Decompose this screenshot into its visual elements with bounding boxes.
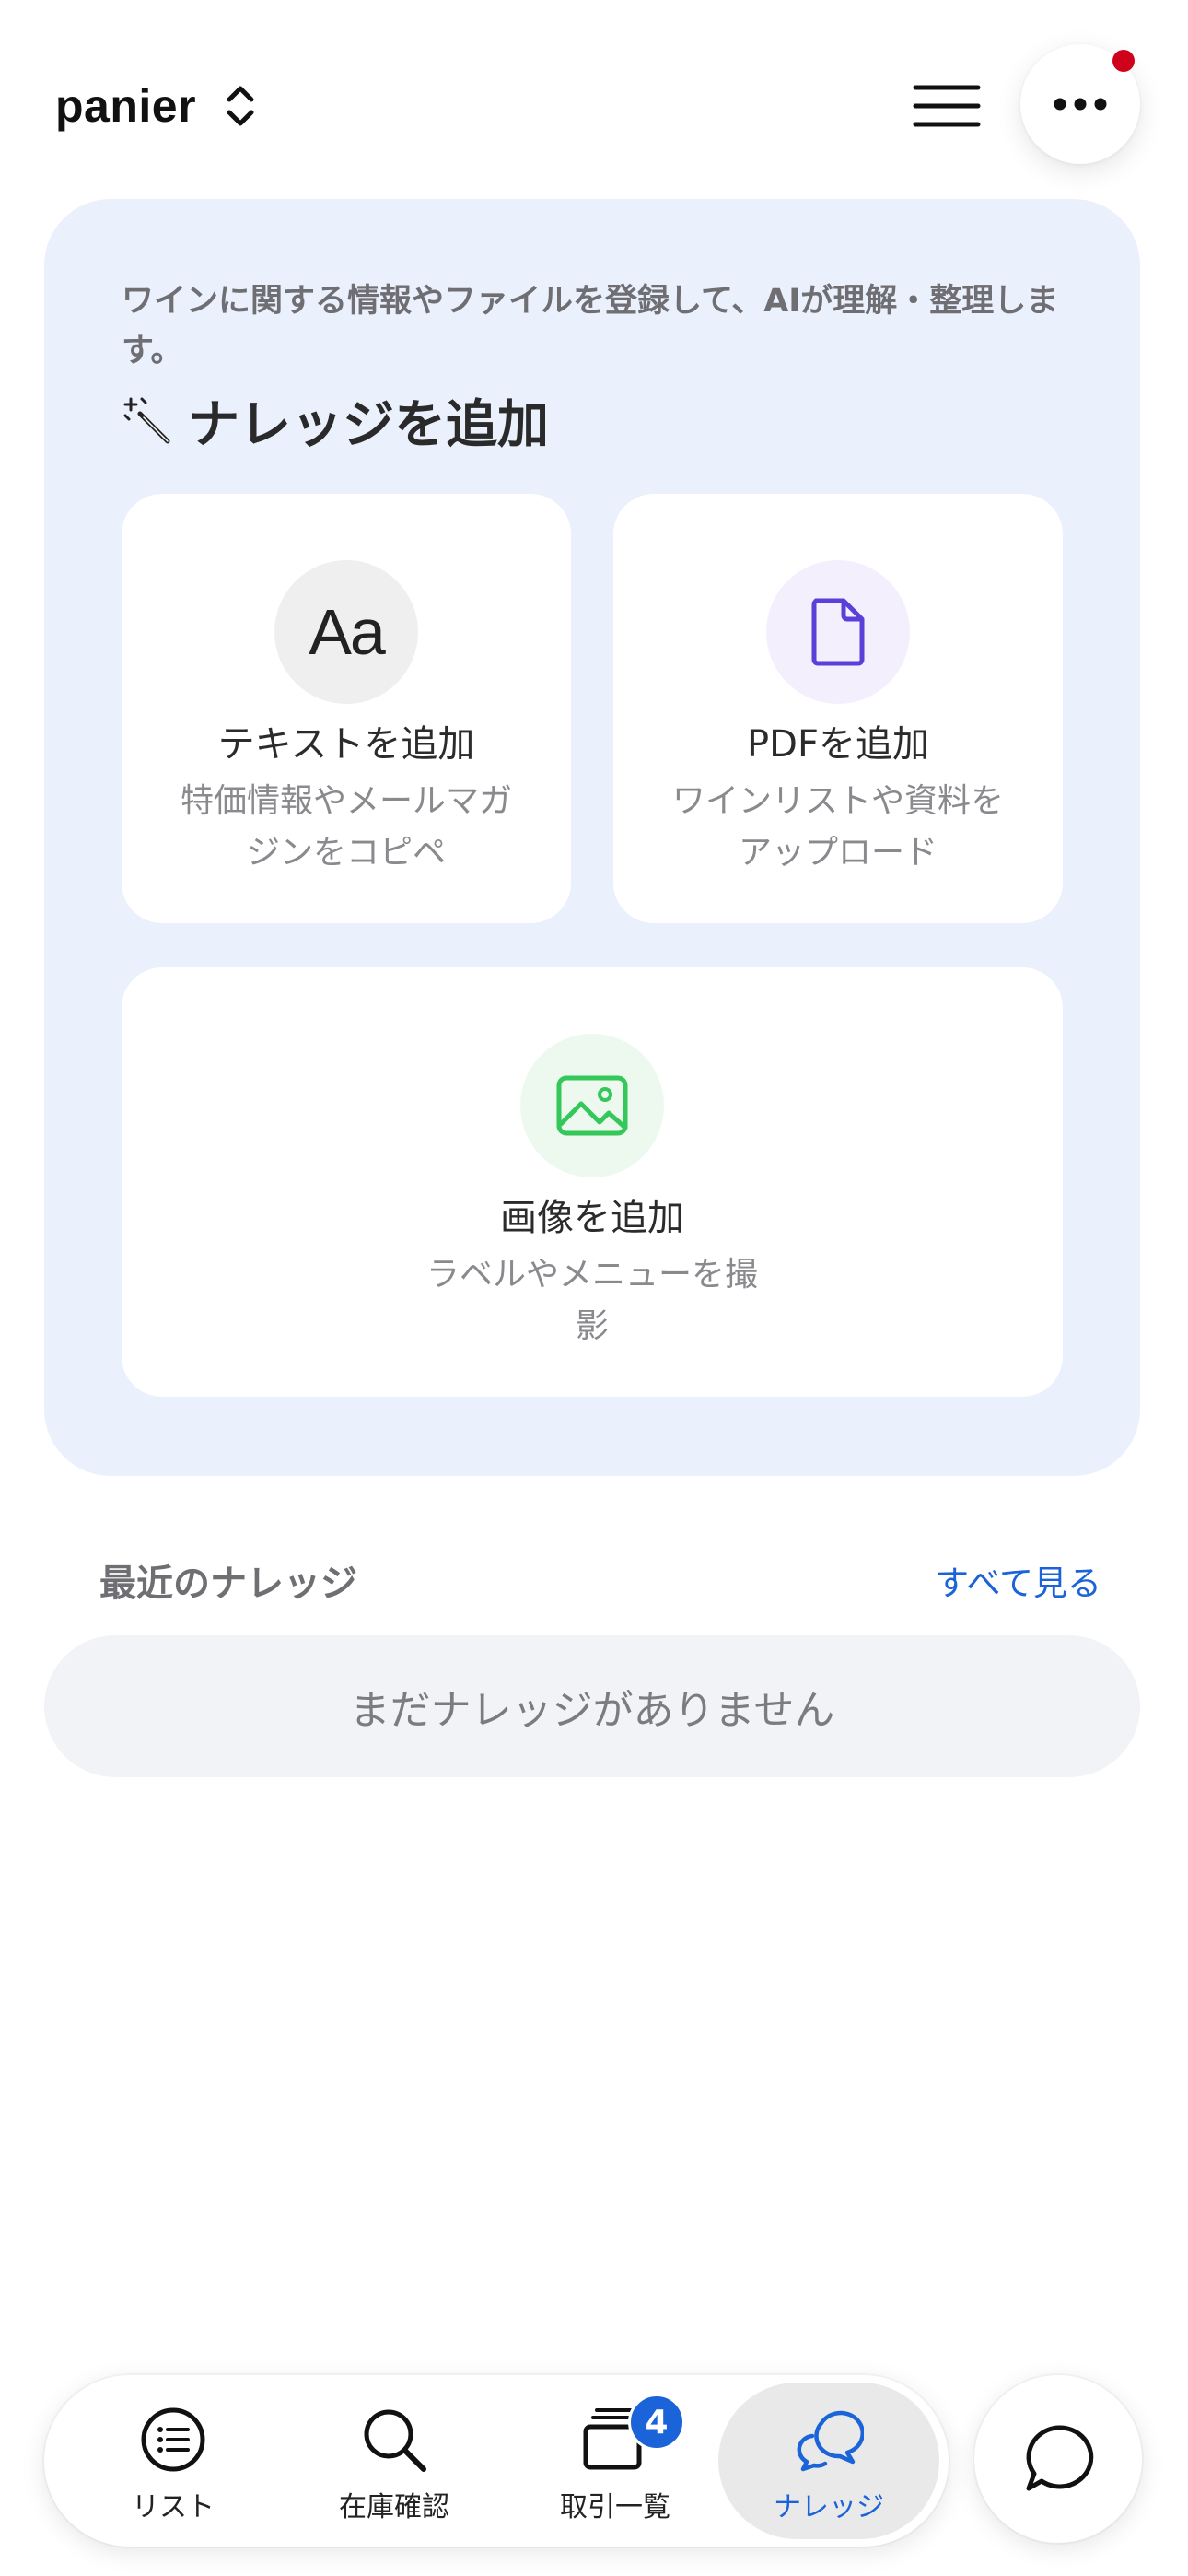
stack-icon: 4 <box>580 2394 685 2475</box>
see-all-link[interactable]: すべて見る <box>935 1555 1101 1605</box>
section-title: ナレッジを追加 <box>188 395 549 455</box>
more-dots-icon <box>1054 98 1107 111</box>
add-image-title: 画像を追加 <box>500 1197 684 1239</box>
hamburger-menu-icon[interactable] <box>912 78 982 134</box>
chat-bubbles-icon <box>797 2410 864 2472</box>
tab-transactions-label: 取引一覧 <box>560 2491 670 2523</box>
add-pdf-title: PDFを追加 <box>747 723 929 766</box>
tab-stock-check-label: 在庫確認 <box>339 2491 449 2523</box>
section-title-row: ナレッジを追加 <box>122 383 549 458</box>
document-icon <box>766 560 910 704</box>
knowledge-page: panier ワインに関する情報やファイルを登録して、AIが理解・整理します。 <box>0 0 1188 2576</box>
add-knowledge-card: ワインに関する情報やファイルを登録して、AIが理解・整理します。 ナレッジを追加… <box>44 199 1140 1476</box>
magic-wand-icon <box>123 397 170 443</box>
empty-state: まだナレッジがありません <box>44 1635 1140 1777</box>
tab-list[interactable]: リスト <box>63 2383 284 2539</box>
tab-list-label: リスト <box>132 2491 215 2523</box>
header: panier <box>0 0 1188 193</box>
add-pdf-tile[interactable]: PDFを追加 ワインリストや資料をアップロード <box>613 494 1063 923</box>
add-image-tile[interactable]: 画像を追加 ラベルやメニューを撮影 <box>122 967 1063 1397</box>
notification-dot <box>1112 50 1135 72</box>
chevron-up-down-icon <box>227 86 254 126</box>
text-aa-glyph: Aa <box>309 596 386 668</box>
intro-text: ワインに関する情報やファイルを登録して、AIが理解・整理します。 <box>122 283 1059 369</box>
add-pdf-description: ワインリストや資料をアップロード <box>672 782 1005 872</box>
more-button[interactable] <box>1020 44 1140 164</box>
bottom-tab-bar: リスト 在庫確認 4 取引一覧 ナレッジ <box>44 2375 949 2547</box>
add-text-title: テキストを追加 <box>217 723 475 766</box>
add-text-description: 特価情報やメールマガジンをコピペ <box>181 782 513 872</box>
tab-knowledge-label: ナレッジ <box>774 2491 884 2523</box>
image-icon <box>520 1034 664 1177</box>
search-icon <box>364 2409 426 2472</box>
tab-knowledge[interactable]: ナレッジ <box>718 2383 939 2539</box>
transactions-badge: 4 <box>628 2394 685 2451</box>
text-aa-icon: Aa <box>274 560 418 704</box>
list-icon <box>141 2407 205 2472</box>
tab-stock-check[interactable]: 在庫確認 <box>284 2383 505 2539</box>
chat-bubble-icon <box>1026 2425 1094 2491</box>
recent-knowledge-title: 最近のナレッジ <box>99 1563 357 1605</box>
add-text-tile[interactable]: Aa テキストを追加 特価情報やメールマガジンをコピペ <box>122 494 571 923</box>
tab-transactions[interactable]: 4 取引一覧 <box>505 2383 726 2539</box>
empty-message: まだナレッジがありません <box>349 1687 835 1734</box>
store-name: panier <box>55 80 197 132</box>
add-image-description: ラベルやメニューを撮影 <box>426 1256 759 1345</box>
chat-button[interactable] <box>974 2375 1142 2543</box>
store-switcher[interactable]: panier <box>55 74 259 138</box>
